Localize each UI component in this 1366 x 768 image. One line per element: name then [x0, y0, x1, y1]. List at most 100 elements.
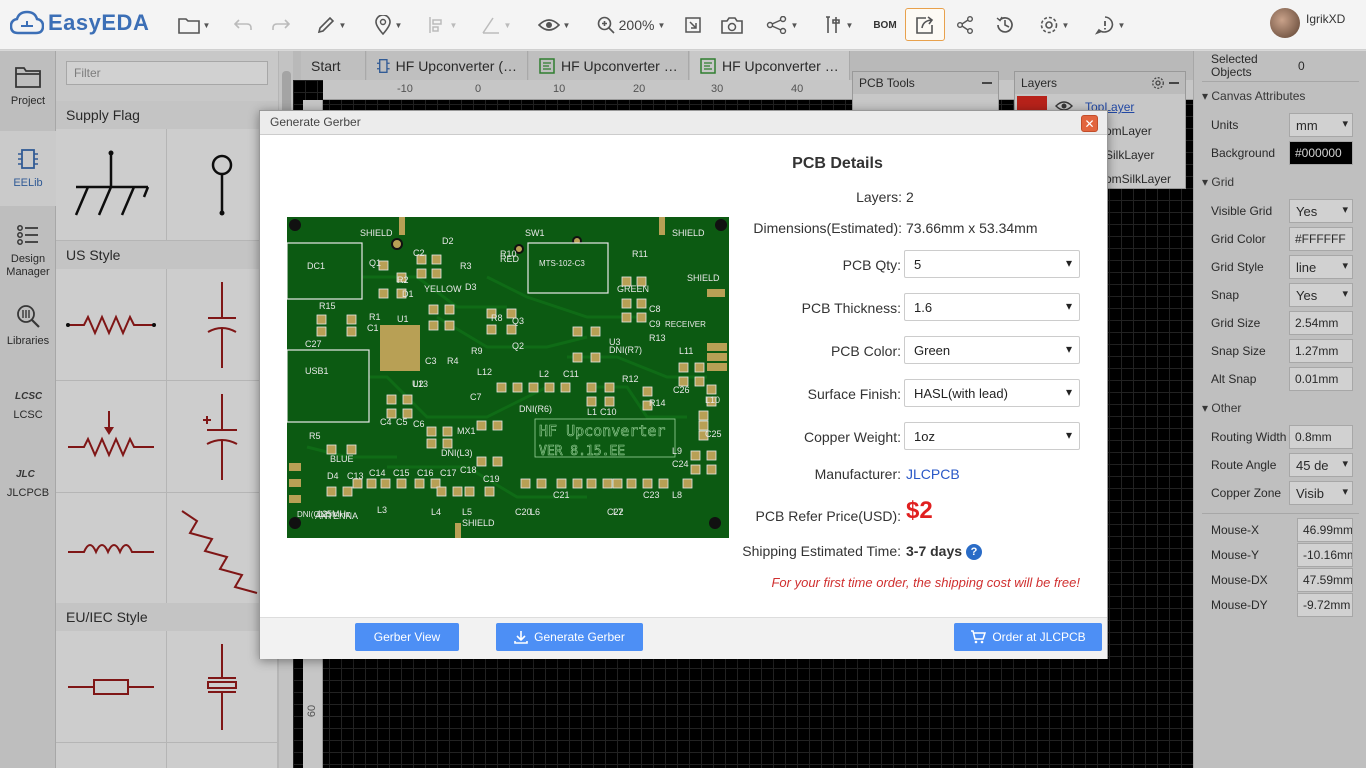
- copper-weight-select[interactable]: 1oz: [904, 422, 1080, 450]
- silkscreen-label: C27: [305, 339, 322, 349]
- chevron-down-icon: ▼: [394, 20, 403, 30]
- order-at-jlcpcb-button[interactable]: Order at JLCPCB: [954, 623, 1102, 651]
- file-menu-button[interactable]: ▼: [172, 10, 216, 40]
- silkscreen-label: SW1: [525, 228, 545, 238]
- pcb-pad: [512, 382, 523, 393]
- mounting-hole: [715, 219, 727, 231]
- silkscreen-label: C4: [380, 417, 392, 427]
- fabrication-output-button[interactable]: [905, 8, 945, 41]
- user-menu[interactable]: IgrikXD: [1270, 8, 1345, 38]
- pcb-qty-select[interactable]: 5: [904, 250, 1080, 278]
- share-button[interactable]: [952, 10, 978, 40]
- layers-value: 2: [906, 189, 914, 205]
- pcb-pad: [492, 420, 503, 431]
- chevron-down-icon: ▼: [845, 20, 854, 30]
- pcb-pad: [492, 456, 503, 467]
- pcb-pad: [690, 464, 701, 475]
- silkscreen-label: C8: [649, 304, 661, 314]
- camera-button[interactable]: [718, 10, 746, 40]
- view-menu-button[interactable]: ▼: [532, 10, 576, 40]
- easyeda-logo[interactable]: EasyEDA: [10, 9, 149, 37]
- measure-menu-button[interactable]: ▼: [474, 10, 518, 40]
- redo-icon: [272, 19, 291, 30]
- pcb-thickness-select[interactable]: 1.6: [904, 293, 1080, 321]
- silkscreen-label: C1: [367, 323, 379, 333]
- pcb-edge-pad: [289, 495, 301, 503]
- silkscreen-label: C14: [369, 468, 386, 478]
- pcb-pad: [612, 478, 623, 489]
- silkscreen-label: C16: [417, 468, 434, 478]
- pcb-pad: [706, 450, 717, 461]
- silkscreen-label: RECEIVER: [665, 320, 706, 329]
- silkscreen-label: R3: [460, 261, 472, 271]
- surface-finish-select[interactable]: HASL(with lead): [904, 379, 1080, 407]
- align-icon: [428, 17, 442, 33]
- zoom-menu-button[interactable]: 200% ▼: [590, 10, 672, 40]
- pcb-pad: [586, 396, 597, 407]
- undo-button[interactable]: [230, 10, 256, 40]
- silkscreen-label: DC1: [307, 261, 325, 271]
- pcb-pad: [316, 314, 327, 325]
- pcb-pad: [496, 382, 507, 393]
- fit-view-button[interactable]: [680, 10, 706, 40]
- tools-menu-button[interactable]: ▼: [816, 10, 860, 40]
- silkscreen-label: C25: [705, 429, 722, 439]
- pcb-pad: [698, 410, 709, 421]
- pcb-pad: [442, 426, 453, 437]
- silkscreen-label: C3: [425, 356, 437, 366]
- gear-icon: [1040, 16, 1057, 34]
- manufacturer-link[interactable]: JLCPCB: [906, 466, 960, 482]
- shipping-value: 3-7 days: [906, 543, 963, 559]
- pcb-pad: [380, 478, 391, 489]
- silkscreen-label: C26: [673, 385, 690, 395]
- silkscreen-label: L13: [413, 379, 428, 389]
- gerber-view-button[interactable]: Gerber View: [355, 623, 459, 651]
- silkscreen-label: U1: [397, 314, 409, 324]
- silkscreen-label: R14: [649, 398, 666, 408]
- chevron-down-icon: ▼: [503, 20, 512, 30]
- board-version: VER 8.15.EE: [539, 444, 625, 459]
- generate-gerber-button[interactable]: Generate Gerber: [496, 623, 643, 651]
- silkscreen-label: L8: [672, 490, 682, 500]
- dialog-header[interactable]: Generate Gerber ✕: [260, 111, 1107, 135]
- close-button[interactable]: ✕: [1081, 115, 1098, 132]
- edit-menu-button[interactable]: ▼: [309, 10, 353, 40]
- silkscreen-label: L12: [477, 367, 492, 377]
- pcb-pad: [590, 326, 601, 337]
- silkscreen-label: C5: [396, 417, 408, 427]
- pcb-pad: [426, 426, 437, 437]
- silkscreen-label: MTS-102-C3: [539, 259, 585, 268]
- bom-button[interactable]: BOM: [870, 10, 900, 40]
- help-icon[interactable]: ?: [966, 544, 983, 561]
- silkscreen-label: C10: [600, 407, 617, 417]
- align-menu-button[interactable]: ▼: [422, 10, 462, 40]
- silkscreen-label: MX1: [457, 426, 476, 436]
- redo-button[interactable]: [268, 10, 294, 40]
- history-button[interactable]: [991, 10, 1019, 40]
- pcb-edge-pad: [399, 217, 405, 235]
- silkscreen-label: Q1: [369, 258, 381, 268]
- silkscreen-label: BLUE: [330, 454, 354, 464]
- pcb-pad: [431, 268, 442, 279]
- settings-menu-button[interactable]: ▼: [1032, 10, 1076, 40]
- pcb-color-select[interactable]: Green: [904, 336, 1080, 364]
- silkscreen-label: D4: [327, 471, 339, 481]
- pcb-pad: [436, 486, 447, 497]
- pcb-pad: [536, 478, 547, 489]
- pcb-pad: [476, 456, 487, 467]
- silkscreen-label: 125MHz: [317, 509, 351, 519]
- silkscreen-label: C9: [649, 319, 661, 329]
- chevron-down-icon: ▼: [790, 20, 799, 30]
- pcb-pad: [572, 478, 583, 489]
- app-name: EasyEDA: [48, 10, 150, 35]
- pcb-pad: [690, 450, 701, 461]
- share-tree-menu-button[interactable]: ▼: [760, 10, 804, 40]
- manufacturer-label: Manufacturer:: [814, 466, 901, 482]
- silkscreen-label: DNI(L3): [441, 448, 473, 458]
- camera-icon: [721, 17, 743, 34]
- price-label: PCB Refer Price(USD):: [755, 508, 901, 524]
- place-menu-button[interactable]: ▼: [366, 10, 410, 40]
- help-menu-button[interactable]: ▼: [1088, 10, 1132, 40]
- silkscreen-label: C24: [672, 459, 689, 469]
- pcb-pad: [426, 438, 437, 449]
